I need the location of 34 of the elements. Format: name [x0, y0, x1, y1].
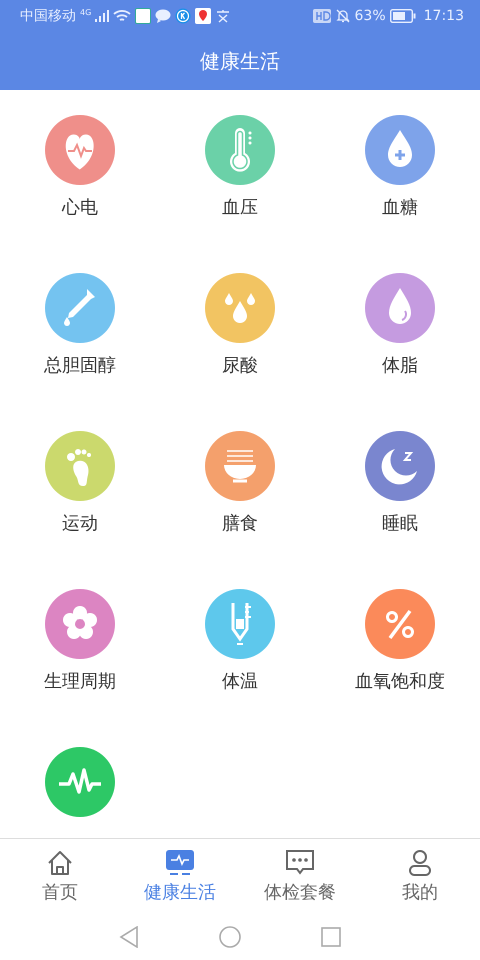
- feature-label[interactable]: 尿酸: [222, 353, 258, 377]
- signal-icon: [95, 10, 110, 22]
- feature-label[interactable]: 运动: [62, 511, 98, 535]
- map-pin-icon: [195, 8, 212, 24]
- feature-label[interactable]: 生理周期: [44, 669, 116, 693]
- feature-label[interactable]: 睡眠: [382, 511, 418, 535]
- letter-k-circle-icon: [175, 8, 192, 24]
- clock-time: 17:13: [424, 8, 464, 24]
- feature-label[interactable]: 膳食: [222, 511, 258, 535]
- pulse-monitor-icon: [165, 848, 195, 876]
- tab[interactable]: 体检套餐: [240, 839, 360, 913]
- feature-label[interactable]: 血压: [222, 195, 258, 219]
- network-type: 4G: [80, 8, 92, 17]
- tab[interactable]: 我的: [360, 839, 480, 913]
- tab[interactable]: 健康生活: [120, 839, 240, 913]
- feature-label[interactable]: 体温: [222, 669, 258, 693]
- carrier-name: 中国移动: [20, 7, 76, 25]
- feature-label[interactable]: 血糖: [382, 195, 418, 219]
- chat-dots-icon: [285, 848, 315, 876]
- battery-icon: [390, 9, 416, 23]
- recents-square-icon[interactable]: [321, 926, 341, 946]
- feature-label[interactable]: 心电: [62, 195, 98, 219]
- battery-percent: 63%: [354, 8, 386, 24]
- chat-bubble-icon: [155, 9, 172, 23]
- bell-muted-icon: [334, 8, 351, 24]
- page-title: 健康生活: [200, 48, 280, 74]
- wifi-icon: [113, 9, 132, 23]
- feature-label[interactable]: 总胆固醇: [44, 353, 116, 377]
- tab[interactable]: 首页: [0, 839, 120, 913]
- back-icon[interactable]: [119, 926, 139, 948]
- feature-label[interactable]: 血氧饱和度: [355, 669, 445, 693]
- hd-icon: [312, 9, 331, 23]
- feature-label[interactable]: 体脂: [382, 353, 418, 377]
- home-circle-icon[interactable]: [219, 926, 241, 948]
